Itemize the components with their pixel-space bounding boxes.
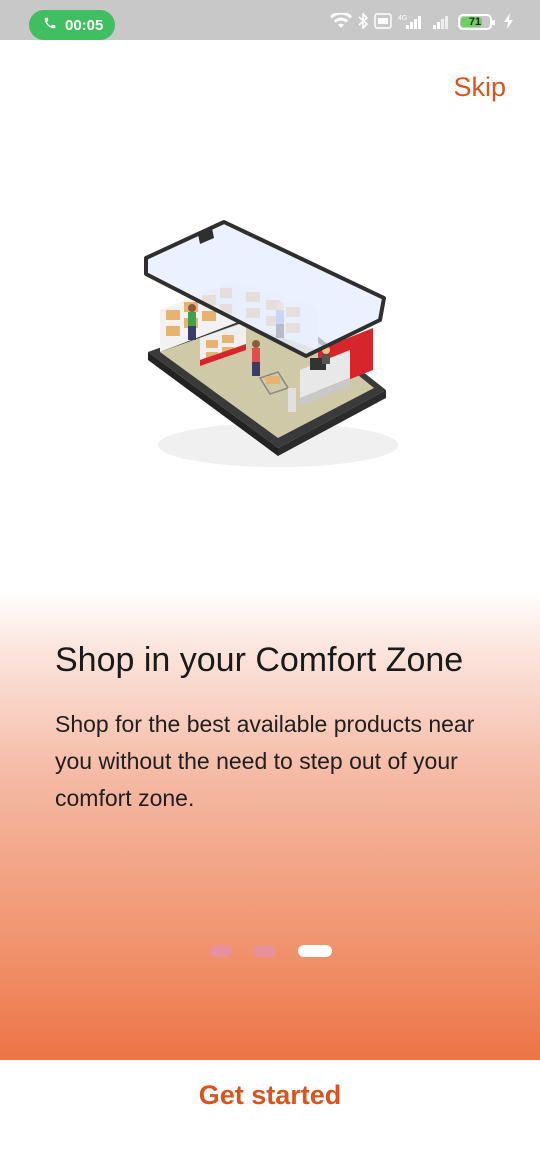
battery-level: 71 [468, 16, 482, 28]
network-badge: 4G [398, 15, 407, 22]
onboarding-description: Shop for the best available products nea… [55, 711, 475, 811]
phone-icon [43, 16, 57, 34]
status-icons: 4G 71 [330, 10, 514, 32]
skip-button[interactable]: Skip [453, 72, 506, 103]
status-bar: 00:05 4G 71 [0, 0, 540, 40]
volte-icon [374, 12, 392, 32]
ongoing-call-pill[interactable]: 00:05 [29, 10, 115, 40]
bluetooth-icon [358, 11, 369, 32]
signal-icon [432, 13, 452, 32]
charging-icon [504, 12, 514, 32]
page-dot-2[interactable] [254, 945, 276, 957]
battery-icon: 71 [458, 14, 495, 30]
store-illustration [128, 210, 418, 490]
page-dot-3-active[interactable] [298, 945, 332, 957]
signal-icon: 4G [398, 13, 426, 32]
page-dot-1[interactable] [210, 945, 232, 957]
get-started-button[interactable]: Get started [0, 1080, 540, 1111]
bottom-action-bar: Get started [0, 1060, 540, 1170]
call-timer: 00:05 [65, 16, 104, 34]
wifi-icon [330, 10, 352, 32]
page-indicator [210, 945, 332, 957]
onboarding-title: Shop in your Comfort Zone [55, 641, 464, 679]
